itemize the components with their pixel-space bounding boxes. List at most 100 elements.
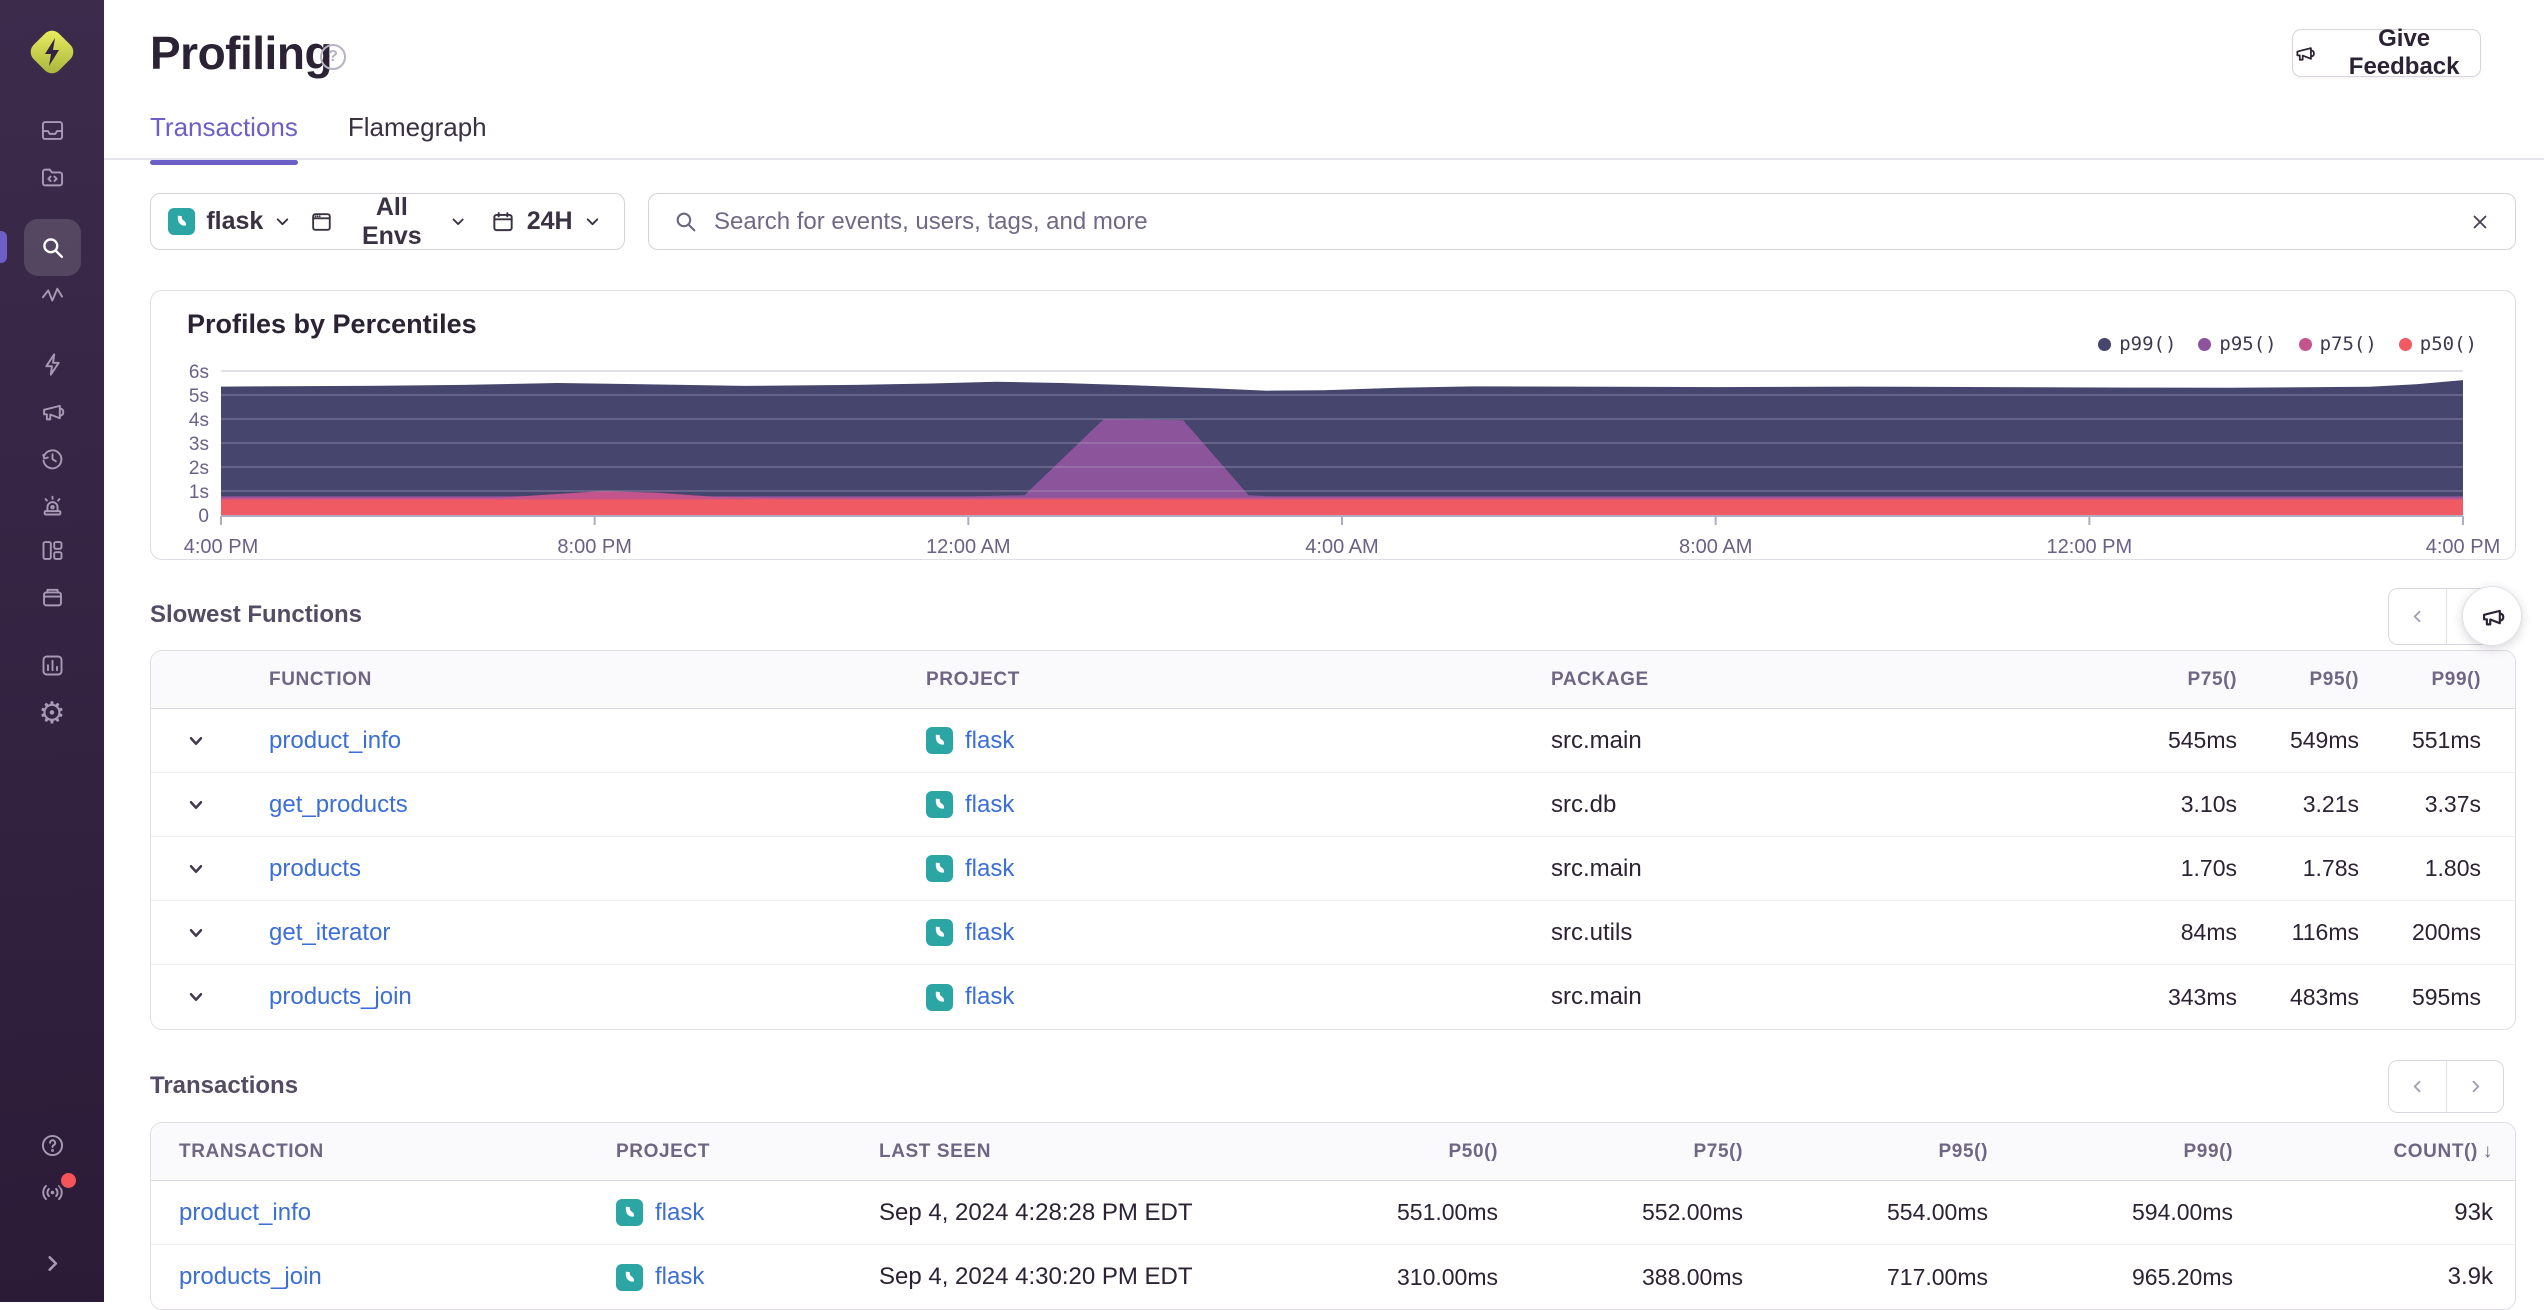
- legend-item[interactable]: p50(): [2398, 333, 2477, 355]
- help-icon[interactable]: ?: [320, 44, 346, 70]
- sidebar-item-issues-icon[interactable]: [0, 106, 104, 154]
- project-link[interactable]: flask: [965, 727, 1014, 755]
- expand-row-button[interactable]: [151, 987, 241, 1007]
- percentiles-chart[interactable]: 0 1s 2s 3s 4s 5s 6s 4:00 PM 8:00 PM 12:00 AM 4:00 …: [151, 357, 2517, 557]
- project-link[interactable]: flask: [655, 1263, 704, 1291]
- package-cell: src.main: [1551, 854, 1642, 882]
- svg-text:6s: 6s: [189, 362, 209, 383]
- legend-item[interactable]: p75(): [2298, 333, 2377, 355]
- legend-label: p50(): [2419, 333, 2477, 355]
- project-link[interactable]: flask: [655, 1199, 704, 1227]
- column-header-p75[interactable]: P75(): [1514, 1123, 1759, 1180]
- slowest-function-row: product_info flask src.main 545ms 549ms …: [151, 709, 2515, 773]
- legend-item[interactable]: p95(): [2198, 333, 2277, 355]
- transaction-link[interactable]: products_join: [179, 1263, 322, 1291]
- p99-cell: 3.37s: [2424, 791, 2481, 817]
- p95-cell: 1.78s: [2302, 855, 2359, 881]
- sidebar-item-projects-icon[interactable]: [0, 153, 104, 201]
- svg-text:5s: 5s: [189, 386, 209, 407]
- project-filter-dropdown[interactable]: flask: [151, 194, 309, 249]
- sidebar-item-releases-archive-icon[interactable]: [0, 573, 104, 621]
- sidebar-item-stats-chart-icon[interactable]: [0, 641, 104, 689]
- function-link[interactable]: get_products: [269, 791, 408, 819]
- sidebar-item-dashboards-grid-icon[interactable]: [0, 526, 104, 574]
- date-range-filter-dropdown[interactable]: 24H: [466, 194, 624, 249]
- function-link[interactable]: product_info: [269, 727, 401, 755]
- environment-filter-dropdown[interactable]: All Envs: [309, 193, 467, 250]
- column-header-p99[interactable]: P99(): [2395, 651, 2515, 708]
- p75-cell: 1.70s: [2180, 855, 2237, 881]
- sidebar-item-search-icon[interactable]: [0, 223, 104, 271]
- function-link[interactable]: get_iterator: [269, 919, 390, 947]
- expand-row-button[interactable]: [151, 795, 241, 815]
- p75-cell: 3.10s: [2180, 791, 2237, 817]
- p95-cell: 717.00ms: [1886, 1263, 1988, 1290]
- legend-label: p95(): [2219, 333, 2277, 355]
- legend-item[interactable]: p99(): [2098, 333, 2176, 355]
- column-header-p99[interactable]: P99(): [2004, 1123, 2249, 1180]
- tab-bar: Transactions Flamegraph: [150, 112, 487, 165]
- svg-text:2s: 2s: [189, 458, 209, 479]
- sidebar-whats-new-icon[interactable]: [0, 1168, 104, 1216]
- flask-project-icon: [926, 727, 953, 754]
- p95-cell: 554.00ms: [1886, 1199, 1988, 1225]
- tab-flamegraph[interactable]: Flamegraph: [348, 112, 487, 165]
- column-header-p75[interactable]: P75(): [2151, 651, 2273, 708]
- p50-cell: 551.00ms: [1396, 1199, 1498, 1225]
- legend-dot: [2398, 337, 2412, 351]
- chevron-down-icon: [452, 218, 464, 225]
- expand-row-button[interactable]: [151, 731, 241, 751]
- transaction-link[interactable]: product_info: [179, 1199, 311, 1227]
- chevron-down-icon: [277, 218, 289, 226]
- sentry-logo[interactable]: [26, 26, 78, 78]
- transactions-heading: Transactions: [150, 1072, 299, 1099]
- previous-page-button[interactable]: [2389, 1061, 2446, 1112]
- column-header-p95[interactable]: P95(): [2273, 651, 2395, 708]
- function-link[interactable]: products: [269, 855, 361, 883]
- svg-text:4:00 PM: 4:00 PM: [2426, 536, 2500, 557]
- sidebar-collapse-chevron-icon[interactable]: [0, 1239, 104, 1287]
- sidebar-item-feedback-megaphone-icon[interactable]: [0, 387, 104, 435]
- sidebar-help-icon[interactable]: [0, 1121, 104, 1169]
- column-header-p95[interactable]: P95(): [1759, 1123, 2004, 1180]
- p75-cell: 552.00ms: [1641, 1199, 1743, 1225]
- sidebar-item-performance-icon[interactable]: [0, 271, 104, 319]
- feedback-widget-button[interactable]: [2462, 586, 2522, 646]
- close-icon[interactable]: [2469, 211, 2491, 233]
- sidebar-item-replays-clock-icon[interactable]: [0, 434, 104, 482]
- column-header-count[interactable]: Count() ↓: [2249, 1123, 2515, 1180]
- project-link[interactable]: flask: [965, 983, 1014, 1011]
- expand-row-button[interactable]: [151, 923, 241, 943]
- function-link[interactable]: products_join: [269, 983, 412, 1011]
- transaction-row: product_info flask Sep 4, 2024 4:28:28 P…: [151, 1181, 2515, 1245]
- filter-bar: flask All Envs 24H: [150, 193, 625, 250]
- svg-text:4:00 AM: 4:00 AM: [1305, 536, 1378, 557]
- previous-page-button[interactable]: [2389, 589, 2446, 644]
- search-input[interactable]: [714, 207, 2453, 236]
- sidebar-item-settings-gear-icon[interactable]: ⚙: [0, 690, 104, 738]
- flask-project-icon: [926, 919, 953, 946]
- sidebar-item-lightning-icon[interactable]: [0, 340, 104, 388]
- notification-dot: [58, 1170, 79, 1191]
- project-link[interactable]: flask: [965, 855, 1014, 883]
- flask-project-icon: [168, 208, 196, 235]
- tab-transactions[interactable]: Transactions: [150, 112, 298, 165]
- project-filter-label: flask: [206, 207, 264, 235]
- count-cell: 3.9k: [2447, 1263, 2493, 1290]
- sidebar-item-alerts-siren-icon[interactable]: [0, 481, 104, 529]
- package-cell: src.main: [1551, 983, 1642, 1010]
- expand-row-button[interactable]: [151, 859, 241, 879]
- search-bar: [648, 193, 2516, 250]
- gear-glyph: ⚙: [38, 697, 66, 730]
- give-feedback-button[interactable]: Give Feedback: [2292, 25, 2481, 80]
- package-cell: src.db: [1551, 790, 1617, 818]
- slowest-function-row: products_join flask src.main 343ms 483ms…: [151, 965, 2515, 1029]
- megaphone-icon: [2482, 609, 2504, 625]
- project-link[interactable]: flask: [965, 791, 1014, 819]
- expander-column-header: [151, 651, 241, 708]
- column-header-last-seen: Last Seen: [879, 1140, 992, 1162]
- next-page-button[interactable]: [2446, 1061, 2503, 1112]
- table-header-row: Transaction Project Last Seen P50() P75(…: [151, 1123, 2515, 1181]
- column-header-p50[interactable]: P50(): [1271, 1123, 1514, 1180]
- project-link[interactable]: flask: [965, 919, 1014, 947]
